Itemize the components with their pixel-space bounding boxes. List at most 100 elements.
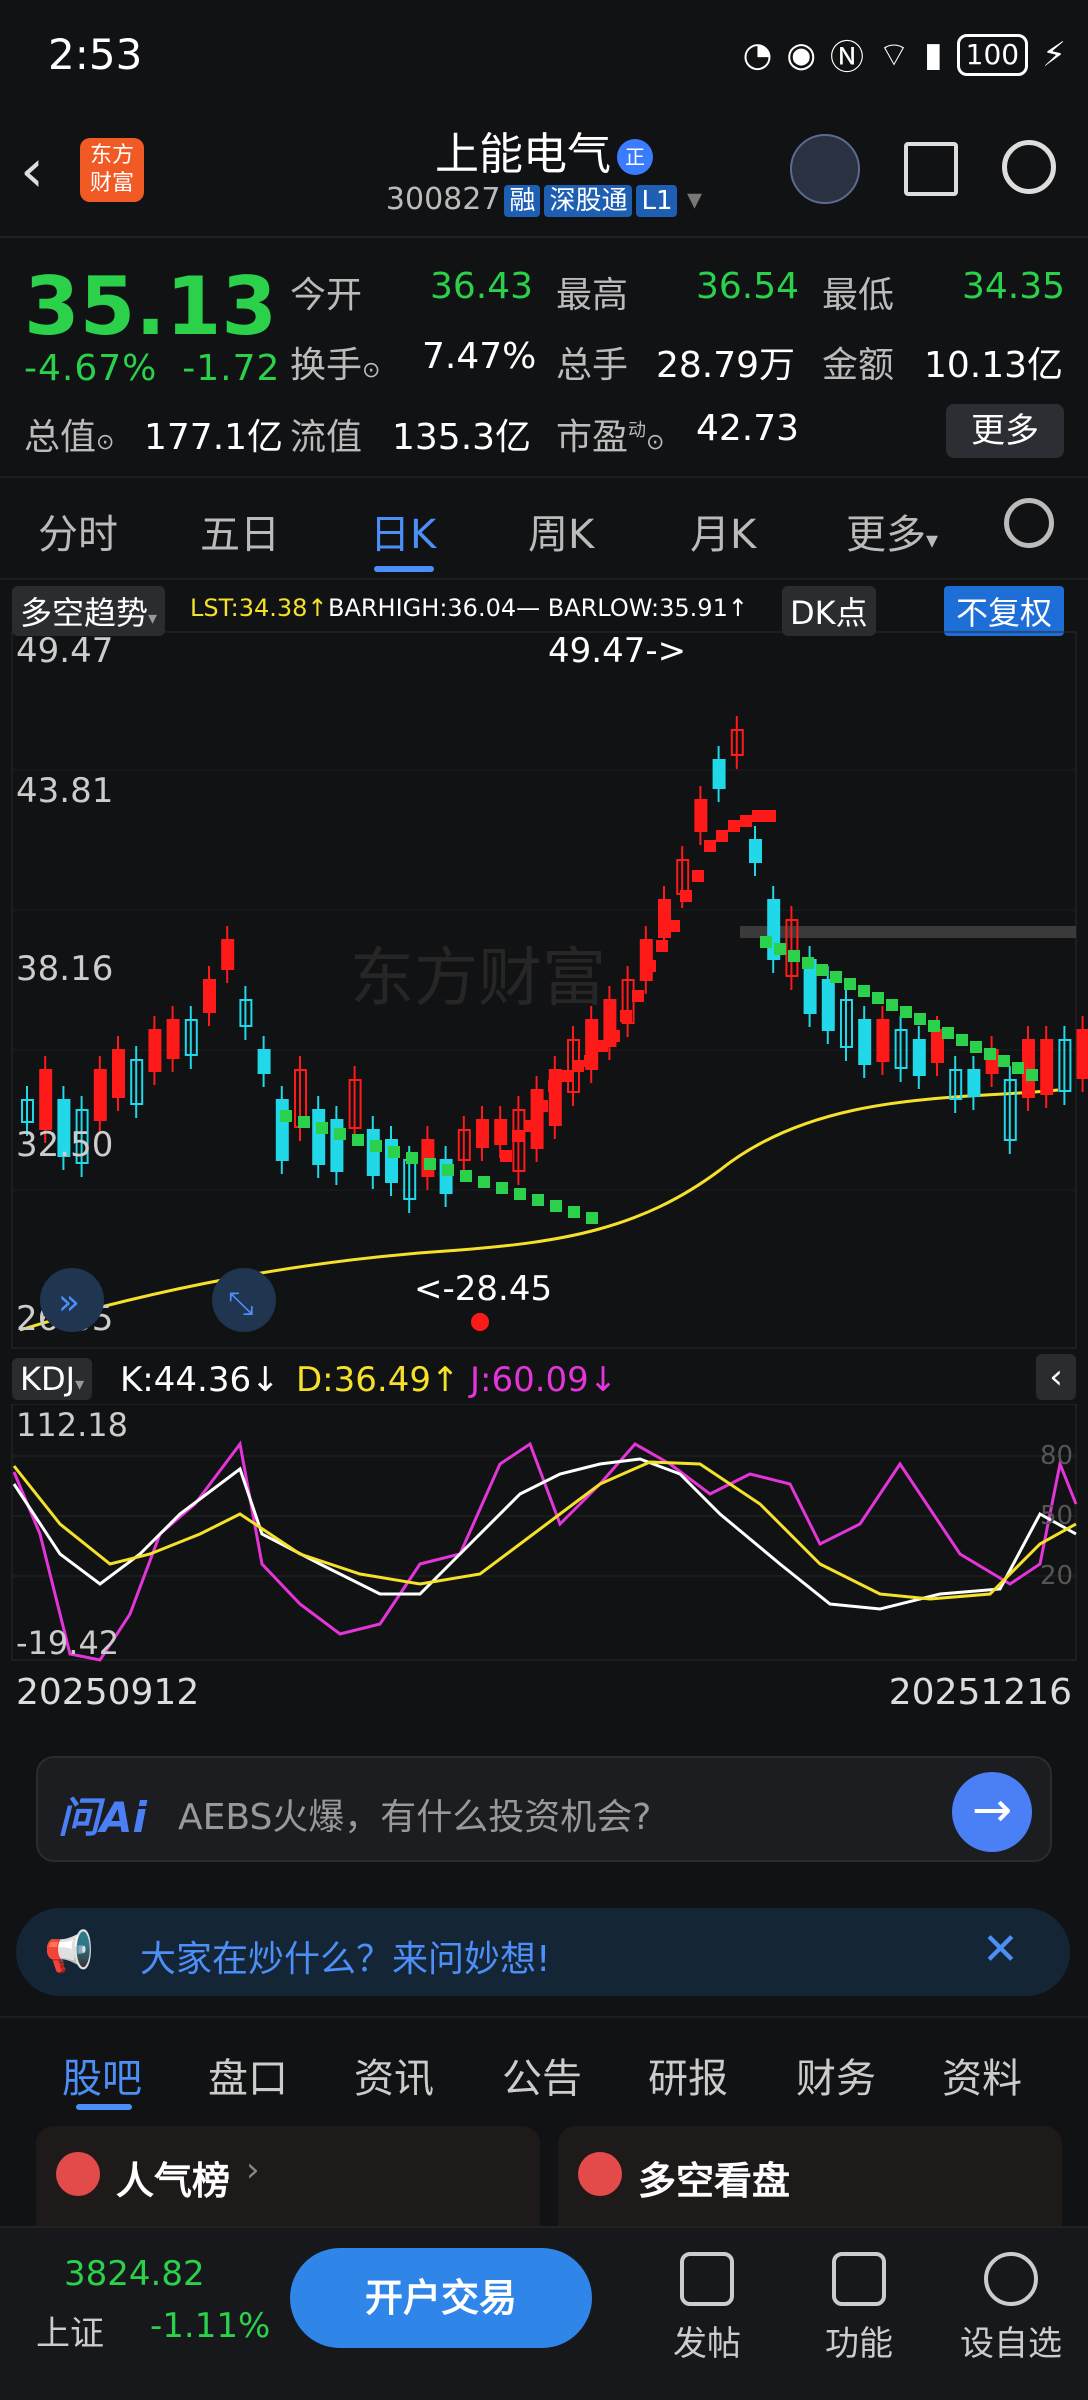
trend-dot-bull — [668, 920, 680, 932]
y-label-2: 43.81 — [16, 771, 113, 811]
pe-sup: 动 — [628, 420, 647, 441]
speed-icon: ◔ — [742, 34, 773, 75]
label-total-value[interactable]: 总值⊙ — [24, 408, 114, 460]
trend-dot-bull — [608, 1030, 620, 1042]
candle — [694, 799, 708, 832]
indicator-select[interactable]: 多空趋势▾ — [12, 586, 166, 636]
share-icon[interactable] — [904, 142, 958, 196]
tab-forum[interactable]: 股吧 — [62, 2046, 142, 2104]
index-name[interactable]: 上证 — [36, 2306, 104, 2355]
trend-dot-bear — [568, 1206, 580, 1218]
collapse-left-icon[interactable]: ‹ — [1036, 1354, 1076, 1400]
dk-point-select[interactable]: DK点 — [782, 586, 876, 636]
trend-dot-bear — [928, 1020, 940, 1032]
tag-connect[interactable]: 深股通 — [544, 185, 633, 217]
functions-label: 功能 — [825, 2324, 893, 2364]
robot-assistant-icon[interactable] — [790, 134, 860, 204]
trend-dot-bull — [536, 1100, 548, 1112]
kdj-level-20-label: 20 — [1040, 1561, 1073, 1591]
trend-dot-bear — [478, 1176, 490, 1188]
tab-news[interactable]: 资讯 — [354, 2046, 434, 2104]
info-tabs: 股吧 盘口 资讯 公告 研报 财务 资料 — [0, 2016, 1088, 2114]
tab-intraday[interactable]: 分时 — [38, 502, 118, 560]
chart-icon — [56, 2152, 100, 2196]
banner-text[interactable]: 大家在炒什么？来问妙想! — [140, 1930, 550, 1982]
kdj-y-bottom: -19.42 — [16, 1624, 119, 1662]
dropdown-icon: ▾ — [75, 1374, 85, 1395]
candle — [1076, 1029, 1088, 1079]
promo-banner[interactable]: 📢 大家在炒什么？来问妙想! ✕ — [16, 1908, 1070, 1996]
ai-search-box[interactable]: 问Ai AEBS火爆，有什么投资机会? → — [36, 1756, 1052, 1862]
ai-placeholder[interactable]: AEBS火爆，有什么投资机会? — [178, 1788, 651, 1840]
tab-orderbook[interactable]: 盘口 — [208, 2046, 288, 2104]
candle — [821, 979, 835, 1031]
expand-arrow-icon[interactable]: » — [58, 1282, 80, 1323]
tab-financials[interactable]: 财务 — [796, 2046, 876, 2104]
y-label-3: 38.16 — [16, 949, 113, 989]
tab-five-day[interactable]: 五日 — [200, 502, 280, 560]
bar-values: BARHIGH:36.04— BARLOW:35.91↑ — [328, 594, 748, 622]
wifi-icon: ⌔ — [877, 35, 910, 75]
tab-announcements[interactable]: 公告 — [502, 2046, 582, 2104]
kline-svg[interactable]: 东方财富 49.47 43.81 38.16 32.50 26.85 49.47… — [0, 630, 1088, 1350]
kdj-bar: KDJ▾ K:44.36↓ D:36.49↑ J:60.09↓ ‹ — [0, 1350, 1088, 1404]
trend-dot-bull — [716, 830, 728, 842]
tag-margin[interactable]: 融 — [504, 185, 541, 217]
fullscreen-arrows-icon[interactable]: ⤡ — [228, 1284, 254, 1322]
y-label-4: 32.50 — [16, 1125, 113, 1165]
label-pe[interactable]: 市盈动⊙ — [556, 408, 664, 460]
value-float-value: 135.3亿 — [392, 417, 532, 458]
send-arrow-icon[interactable]: → — [952, 1772, 1032, 1852]
trend-dot-bull — [692, 870, 704, 882]
current-price: 35.13 — [24, 260, 278, 353]
info-icon[interactable]: ⊙ — [362, 358, 380, 383]
tag-level[interactable]: L1 — [636, 185, 678, 217]
trend-dot-bear — [998, 1055, 1010, 1067]
tab-monthly-k[interactable]: 月K — [690, 502, 756, 560]
tab-weekly-k[interactable]: 周K — [528, 502, 594, 560]
trend-dot-bull — [572, 1060, 584, 1072]
more-button[interactable]: 更多 — [946, 404, 1064, 458]
badge-icon[interactable]: 正 — [617, 139, 653, 175]
kdj-y-top: 112.18 — [16, 1406, 128, 1444]
info-icon[interactable]: ⊙ — [96, 430, 114, 455]
trend-dot-bull — [704, 840, 716, 852]
label-low: 最低 — [822, 275, 895, 316]
candle — [858, 1019, 872, 1065]
candle — [530, 1089, 544, 1149]
watchlist-label: 设自选 — [960, 2324, 1062, 2364]
tab-daily-k[interactable]: 日K — [370, 502, 436, 560]
label-volume: 总手 — [556, 345, 629, 386]
kline-chart[interactable]: 东方财富 49.47 43.81 38.16 32.50 26.85 49.47… — [0, 630, 1088, 1350]
watchlist-button[interactable]: 设自选 — [956, 2252, 1066, 2365]
search-icon[interactable] — [1002, 140, 1056, 194]
grid-icon — [832, 2252, 886, 2306]
info-icon[interactable]: ⊙ — [646, 430, 664, 455]
tab-research[interactable]: 研报 — [648, 2046, 728, 2104]
open-account-button[interactable]: 开户交易 — [290, 2248, 592, 2348]
trend-dot-bull — [524, 1120, 536, 1132]
kdj-chart[interactable]: 112.18 -19.42 80 50 20 — [0, 1403, 1088, 1666]
status-icons: ◔ ◉ Ⓝ ⌔ ▮ 100 ⚡ — [743, 30, 1066, 79]
tab-more[interactable]: 更多▾ — [846, 502, 938, 560]
close-icon[interactable]: ✕ — [982, 1924, 1019, 1975]
candle — [476, 1119, 489, 1148]
index-change[interactable]: -1.11% — [150, 2306, 270, 2346]
kdj-select[interactable]: KDJ▾ — [12, 1358, 93, 1400]
tab-profile[interactable]: 资料 — [942, 2046, 1022, 2104]
gear-icon[interactable] — [1004, 498, 1054, 548]
index-value[interactable]: 3824.82 — [64, 2254, 205, 2294]
bottom-toolbar: 3824.82 上证 -1.11% 开户交易 发帖 功能 设自选 — [0, 2226, 1088, 2400]
kdj-d: D:36.49↑ — [296, 1360, 460, 1400]
status-bar: 2:53 ◔ ◉ Ⓝ ⌔ ▮ 100 ⚡ — [0, 0, 1088, 112]
vs-icon — [578, 2152, 622, 2196]
adjust-button[interactable]: 不复权 — [944, 586, 1065, 636]
trend-dot-bear — [298, 1116, 310, 1128]
low-marker — [471, 1313, 489, 1331]
functions-button[interactable]: 功能 — [804, 2252, 914, 2365]
post-button[interactable]: 发帖 — [652, 2252, 762, 2365]
label-turnover[interactable]: 换手⊙ — [290, 336, 380, 388]
indicator-bar: 多空趋势▾ LST:34.38↑ BARHIGH:36.04— BARLOW:3… — [0, 580, 1088, 636]
popularity-title: 人气榜 — [116, 2159, 231, 2203]
dropdown-icon[interactable]: ▾ — [687, 182, 702, 217]
